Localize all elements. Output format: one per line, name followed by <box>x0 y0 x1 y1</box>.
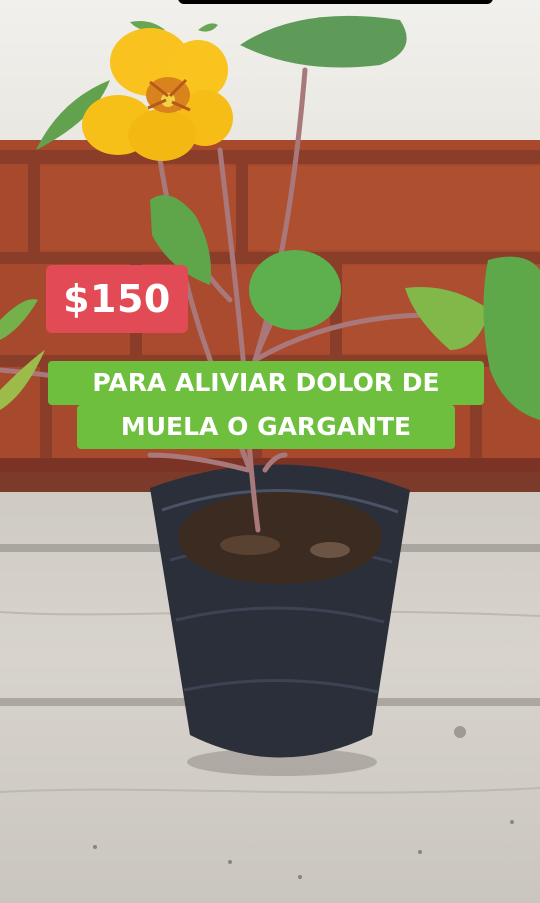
leaf <box>405 286 490 350</box>
leaf <box>483 256 540 420</box>
leaf <box>240 15 407 68</box>
caption-line-1: PARA ALIVIAR DOLOR DE <box>48 361 484 405</box>
leaf <box>249 250 341 330</box>
status-bar-notch <box>178 0 493 4</box>
nasturtium-flower <box>82 28 233 161</box>
price-text: $150 <box>63 277 171 321</box>
photo-scene: $150 PARA ALIVIAR DOLOR DE MUELA O GARGA… <box>0 0 540 903</box>
leaf <box>0 350 45 410</box>
caption-overlay: PARA ALIVIAR DOLOR DE MUELA O GARGANTE <box>48 361 484 449</box>
caption-line-2: MUELA O GARGANTE <box>77 405 455 449</box>
soil <box>178 492 382 584</box>
plant-illustration <box>0 15 540 776</box>
price-tag: $150 <box>46 265 188 333</box>
leaves <box>0 15 540 420</box>
leaf <box>0 299 38 340</box>
